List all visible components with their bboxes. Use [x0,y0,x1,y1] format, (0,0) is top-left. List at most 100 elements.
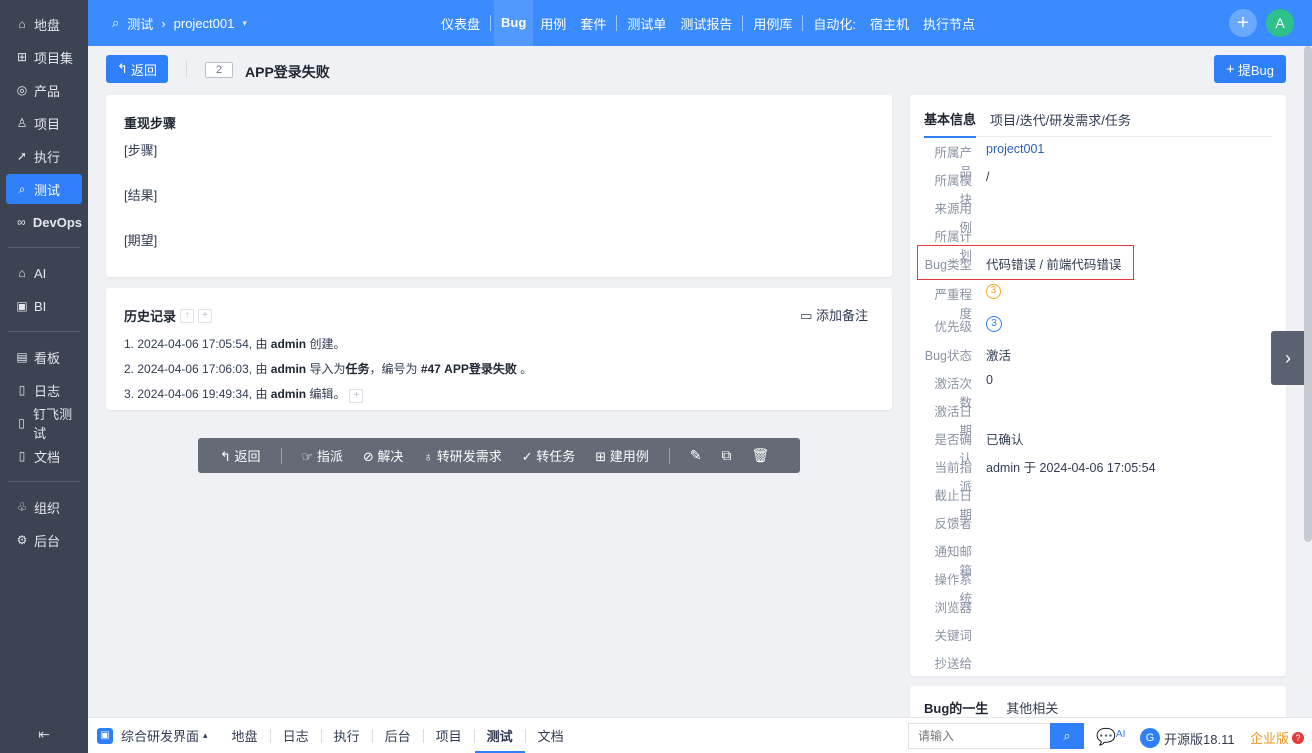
sidebar-item-dingfei[interactable]: ▯ 钉飞测试 [6,407,82,441]
assign-button[interactable]: ☞ 指派 [302,446,343,465]
search-icon: ⌕ [18,181,26,196]
resolve-button[interactable]: ⊘ 解决 [363,446,404,465]
tab-basic-info[interactable]: 基本信息 [924,101,977,138]
scrollbar[interactable] [1304,46,1312,542]
bottom-nav-dashboard[interactable]: 地盘 [220,726,270,745]
nav-suite[interactable]: 套件 [573,14,613,33]
nav-automation[interactable]: 自动化: [806,14,863,33]
sidebar-item-admin[interactable]: ⚙ 后台 [6,525,82,555]
expect-line: [期望] [124,233,158,248]
avatar[interactable]: A [1266,9,1294,37]
sidebar-item-docs[interactable]: ▯ 文档 [6,441,82,471]
history-entry: 1. 2024-04-06 17:05:54, 由 admin 创建。 [124,337,346,351]
expand-all-icon[interactable]: + [198,308,213,323]
sidebar-item-log[interactable]: ▯ 日志 [6,375,82,405]
field-keywords: 关键词 [934,629,972,643]
ai-chat-icon[interactable]: 💬AI [1096,727,1125,747]
location-icon: ◎ [16,83,28,97]
bottom-nav-admin[interactable]: 后台 [373,726,423,745]
tab-other-related[interactable]: 其他相关 [1006,698,1058,716]
edit-icon[interactable]: ✎ [690,447,702,464]
sidebar-item-dashboard[interactable]: ⌂ 地盘 [6,9,82,39]
gear-icon: ⚙ [16,533,28,547]
nav-dashboard[interactable]: 仪表盘 [434,14,487,33]
sidebar-item-project[interactable]: ♙ 项目 [6,108,82,138]
sidebar-item-execution[interactable]: ➚ 执行 [6,141,82,171]
product-link[interactable]: project001 [986,142,1044,180]
add-bug-label: 提Bug [1237,62,1274,78]
page-title: APP登录失败 [245,64,330,80]
bottom-nav-project[interactable]: 项目 [424,726,474,745]
sidebar-item-test[interactable]: ⌕ 测试 [6,174,82,204]
to-story-button[interactable]: ♁ 转研发需求 [423,446,501,465]
to-task-button[interactable]: ✓ 转任务 [522,446,576,465]
sidebar-item-org[interactable]: ♧ 组织 [6,492,82,522]
sort-up-icon[interactable]: ↑ [180,308,195,323]
sidebar-item-kanban[interactable]: ▤ 看板 [6,342,82,372]
nav-bug[interactable]: Bug [494,0,534,46]
priority-badge: 3 [986,316,1002,332]
create-case-button[interactable]: ⊞ 建用例 [595,446,649,465]
sidebar-item-product[interactable]: ◎ 产品 [6,75,82,105]
field-status: Bug状态 激活 [924,349,1012,363]
nav-testtask[interactable]: 测试单 [620,14,673,33]
add-note-label: 添加备注 [815,308,868,323]
add-bug-button[interactable]: + 提Bug [1214,55,1286,83]
sidebar-item-devops[interactable]: ∞ DevOps [6,207,82,237]
chevron-right-icon[interactable]: › [1271,331,1305,385]
bottom-nav-execution[interactable]: 执行 [322,726,372,745]
bulb-icon: ♁ [423,449,437,464]
field-browser: 浏览器 [934,601,972,615]
enterprise-link[interactable]: 企业版? [1250,728,1305,747]
sidebar-item-bi[interactable]: ▣ BI [6,291,82,321]
steps-line: [步骤] [124,143,158,158]
bottom-nav-test[interactable]: 测试 [474,718,525,753]
search-icon[interactable]: ⌕ [1050,723,1084,749]
tab-related[interactable]: 项目/迭代/研发需求/任务 [990,102,1131,137]
sidebar-item-program[interactable]: ⊞ 项目集 [6,42,82,72]
case-icon: ⊞ [595,449,610,464]
doc-icon: ▯ [18,449,26,463]
nav-divider [616,15,618,31]
bottom-nav-docs[interactable]: 文档 [526,726,576,745]
chart-icon: ▣ [16,299,28,313]
nav-node[interactable]: 执行节点 [916,14,982,33]
nav-case[interactable]: 用例 [533,14,573,33]
nav-testreport[interactable]: 测试报告 [673,14,739,33]
project-switcher[interactable]: project001 [174,16,235,31]
expand-diff-icon[interactable]: + [349,389,364,403]
action-toolbar: ↰ 返回 ☞ 指派 ⊘ 解决 ♁ 转研发需求 ✓ 转任务 ⊞ 建用例 ✎ ⧉ 🗑 [198,438,800,473]
back-button[interactable]: ↰ 返回 [106,55,168,83]
divider [186,60,187,78]
field-cc: 抄送给 [934,657,972,671]
repro-steps-panel: 重现步骤 [步骤] [结果] [期望] [106,95,892,277]
add-note-button[interactable]: ▭ 添加备注 [800,305,868,324]
help-icon: ? [1292,731,1305,744]
infinity-icon: ∞ [17,215,26,229]
module-nav: 仪表盘 Bug 用例 套件 测试单 测试报告 用例库 自动化: 宿主机 执行节点 [434,0,982,46]
sidebar-item-label: BI [34,298,47,314]
chevron-down-icon: ▾ [242,17,247,28]
breadcrumb-section[interactable]: 测试 [127,14,153,33]
nav-host[interactable]: 宿主机 [863,14,916,33]
nav-divider [742,15,744,31]
rocket-icon: ♙ [16,116,28,130]
tab-bug-life[interactable]: Bug的一生 [924,698,988,716]
copy-icon[interactable]: ⧉ [722,447,732,464]
delete-icon[interactable]: 🗑 [752,447,770,464]
toolbar-divider [668,447,670,464]
users-icon: ♧ [16,500,28,514]
collapse-sidebar-icon[interactable]: ⇤ [0,726,88,743]
create-plus-icon[interactable]: + [1229,9,1257,37]
workspace-switcher[interactable]: ▣ 综合研发界面 ▴ [97,726,208,745]
task-link[interactable]: #47 APP登录失败 [421,362,517,376]
toolbar-back-button[interactable]: ↰ 返回 [220,446,261,465]
bottom-bar: ▣综合研发界面▴ 地盘 日志 执行 后台 项目 测试 文档 ⌕ 💬AI G开源版… [88,717,1312,753]
sidebar-item-ai[interactable]: ⌂ AI [6,258,82,288]
search-input[interactable] [909,729,1049,743]
result-line: [结果] [124,188,158,203]
bottom-nav-log[interactable]: 日志 [271,726,321,745]
version-info[interactable]: G 开源版18.11 [1140,728,1235,748]
nav-caselib[interactable]: 用例库 [746,14,799,33]
zentao-logo-icon: G [1140,728,1160,748]
